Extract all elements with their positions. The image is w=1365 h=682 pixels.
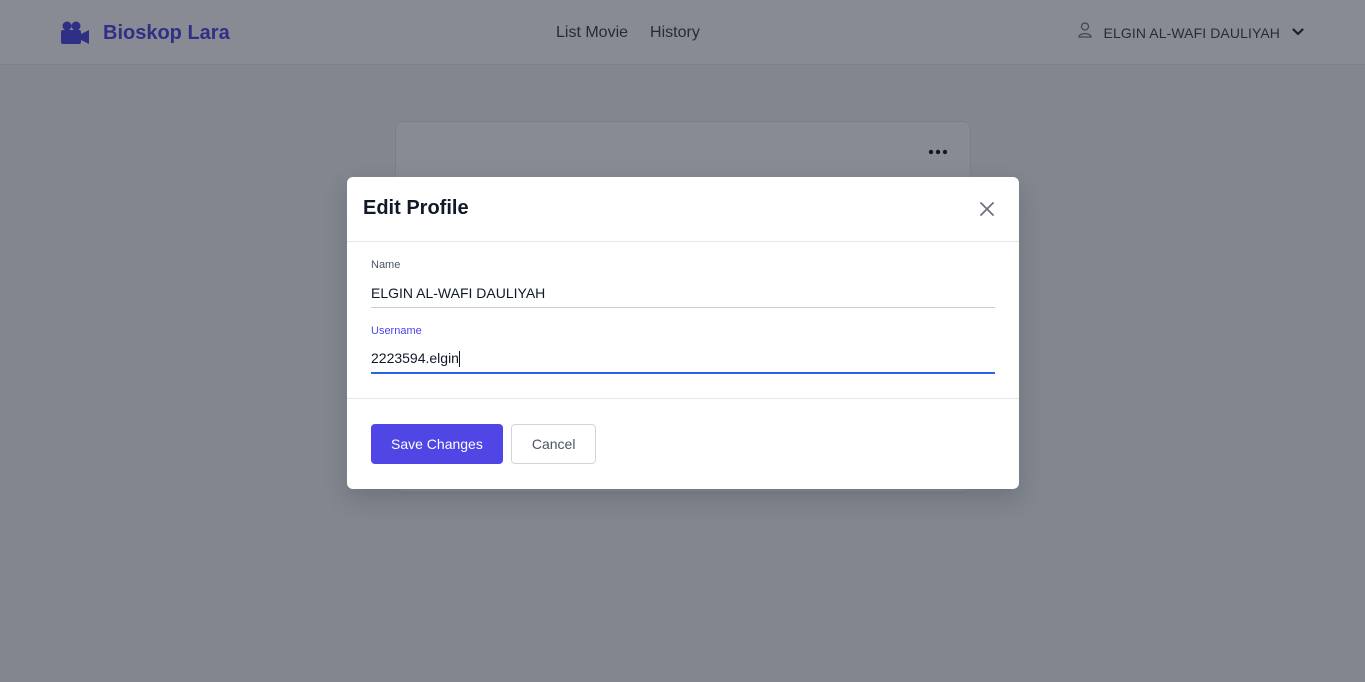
username-field: Username (371, 324, 995, 390)
save-changes-button[interactable]: Save Changes (371, 424, 503, 464)
name-label: Name (371, 259, 401, 271)
modal-footer: Save Changes Cancel (347, 399, 1019, 489)
text-caret (459, 351, 460, 367)
edit-profile-modal: Edit Profile Name Username Save Ch (347, 177, 1019, 489)
page: Bioskop Lara List Movie History ELGIN AL… (0, 0, 1365, 682)
username-input[interactable] (371, 344, 995, 374)
name-field: Name (371, 258, 995, 324)
close-icon (977, 202, 997, 222)
cancel-button[interactable]: Cancel (510, 424, 597, 464)
close-button[interactable] (977, 199, 997, 219)
modal-title: Edit Profile (363, 197, 469, 219)
modal-body: Name Username (347, 242, 1019, 399)
modal-header: Edit Profile (347, 177, 1019, 242)
name-input[interactable] (371, 278, 995, 308)
username-label: Username (371, 325, 422, 337)
